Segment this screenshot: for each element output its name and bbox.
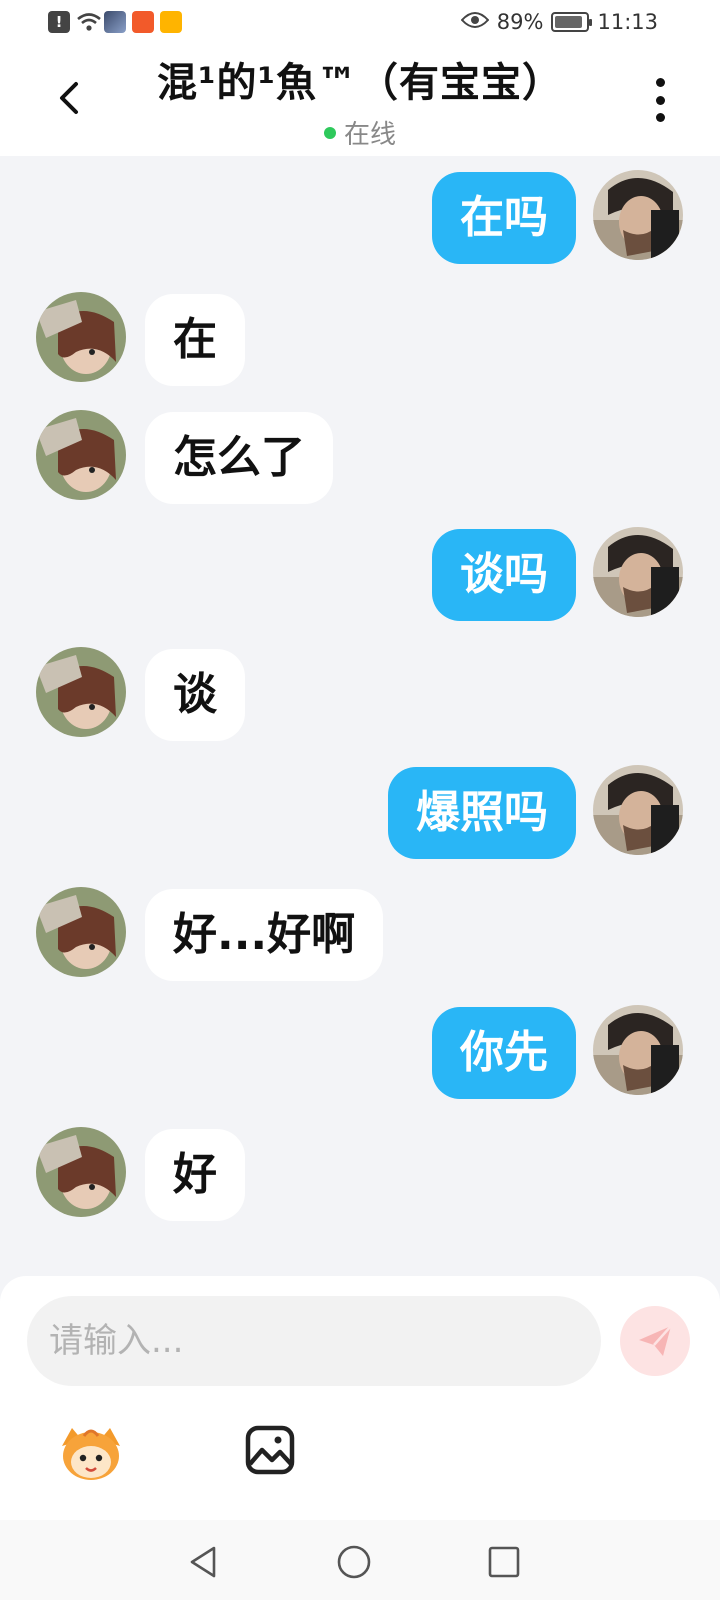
message-bubble[interactable]: 在 (145, 294, 245, 386)
contact-name: 混¹的¹魚™（有宝宝） (156, 60, 564, 106)
avatar-image (593, 527, 683, 617)
triangle-back-icon (190, 1546, 216, 1578)
avatar-image (36, 647, 126, 737)
eye-icon (460, 10, 490, 34)
my-avatar[interactable] (593, 527, 683, 617)
chat-header: 混¹的¹魚™（有宝宝） 在线 (0, 48, 720, 156)
avatar-image (593, 170, 683, 260)
outgoing-message: 爆照吗 (0, 765, 720, 861)
contact-avatar[interactable] (36, 410, 126, 500)
incoming-message: 好...好啊 (0, 887, 720, 983)
vip-app-icon (160, 11, 182, 33)
status-bar: ! 89% 11:13 (0, 0, 720, 48)
input-area: 请输入... (0, 1276, 720, 1520)
image-icon (245, 1425, 295, 1475)
my-avatar[interactable] (593, 170, 683, 260)
message-input[interactable]: 请输入... (27, 1296, 601, 1386)
circle-home-icon (337, 1545, 371, 1579)
contact-avatar[interactable] (36, 1127, 126, 1217)
battery-percent: 89% (496, 10, 544, 34)
incoming-message: 在 (0, 292, 720, 388)
status-right: 89% 11:13 (460, 10, 658, 34)
video-app-icon (132, 11, 154, 33)
game-app-icon (104, 11, 126, 33)
message-bubble[interactable]: 爆照吗 (388, 767, 576, 859)
battery-icon (551, 12, 593, 32)
nav-recents-button[interactable] (484, 1542, 524, 1582)
nav-back-button[interactable] (184, 1542, 224, 1582)
send-icon (639, 1325, 672, 1356)
back-button[interactable] (50, 78, 90, 118)
image-picker-button[interactable] (244, 1424, 296, 1476)
incoming-message: 怎么了 (0, 410, 720, 506)
square-recents-icon (488, 1546, 520, 1578)
outgoing-message: 谈吗 (0, 527, 720, 623)
online-status: 在线 (0, 114, 720, 151)
message-bubble[interactable]: 在吗 (432, 172, 576, 264)
avatar-image (36, 887, 126, 977)
more-dot-icon (655, 95, 665, 105)
my-avatar[interactable] (593, 1005, 683, 1095)
send-button[interactable] (620, 1306, 690, 1376)
message-bubble[interactable]: 你先 (432, 1007, 576, 1099)
chevron-left-icon (60, 82, 78, 114)
avatar-image (36, 410, 126, 500)
avatar-image (36, 292, 126, 382)
incoming-message: 谈 (0, 647, 720, 743)
message-list[interactable]: 在吗在怎么了谈吗谈爆照吗 好...好啊 你先好 (0, 156, 720, 1276)
avatar-image (593, 765, 683, 855)
online-dot-icon (323, 126, 336, 139)
contact-avatar[interactable] (36, 647, 126, 737)
contact-avatar[interactable] (36, 292, 126, 382)
clock: 11:13 (597, 10, 658, 34)
message-bubble[interactable]: 怎么了 (145, 412, 333, 504)
system-nav-bar (0, 1520, 720, 1600)
alert-icon: ! (48, 11, 70, 33)
battery-fill (555, 16, 583, 28)
more-dot-icon (655, 113, 665, 122)
wifi-icon (76, 11, 101, 33)
message-bubble[interactable]: 好...好啊 (145, 889, 384, 981)
outgoing-message: 在吗 (0, 170, 720, 266)
nav-home-button[interactable] (334, 1542, 374, 1582)
sticker-mascot-icon (62, 1428, 120, 1480)
message-bubble[interactable]: 谈 (145, 649, 245, 741)
outgoing-message: 你先 (0, 1005, 720, 1101)
sticker-button[interactable] (56, 1422, 126, 1482)
online-status-label: 在线 (343, 120, 396, 150)
incoming-message: 好 (0, 1127, 720, 1223)
more-options-button[interactable] (652, 78, 668, 122)
message-bubble[interactable]: 谈吗 (432, 529, 576, 621)
contact-avatar[interactable] (36, 887, 126, 977)
my-avatar[interactable] (593, 765, 683, 855)
avatar-image (593, 1005, 683, 1095)
avatar-image (36, 1127, 126, 1217)
more-dot-icon (655, 78, 665, 87)
status-left-icons: ! (48, 11, 182, 33)
message-bubble[interactable]: 好 (145, 1129, 245, 1221)
